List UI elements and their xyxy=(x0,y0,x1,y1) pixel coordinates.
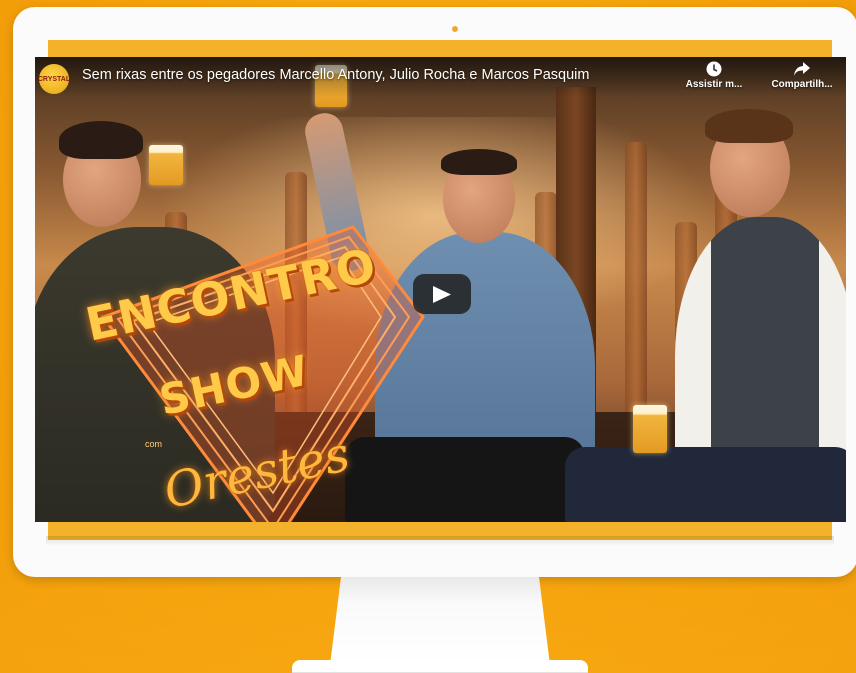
logo-text-com: com xyxy=(145,439,163,449)
person-right-hair xyxy=(705,109,793,143)
person-center-hair xyxy=(441,149,517,175)
monitor-stand xyxy=(330,577,550,665)
person-left-hair xyxy=(59,121,143,159)
show-logo: ENCONTRO SHOW com Orestes xyxy=(63,207,443,522)
screen-shadow xyxy=(46,536,834,546)
person-right-legs xyxy=(565,447,846,522)
watch-later-label: Assistir m... xyxy=(685,79,743,90)
play-button[interactable] xyxy=(413,274,471,314)
monitor-stand-base xyxy=(292,660,588,673)
beer-glass xyxy=(149,145,183,185)
share-label: Compartilh... xyxy=(771,79,833,90)
bg-bottle xyxy=(625,142,647,442)
camera-dot xyxy=(452,26,458,32)
share-button[interactable]: Compartilh... xyxy=(762,61,842,90)
share-arrow-icon xyxy=(762,61,842,79)
beer-glass xyxy=(633,405,667,453)
play-icon xyxy=(433,286,451,303)
channel-avatar[interactable]: CRYSTAL xyxy=(37,64,71,94)
channel-logo-text: CRYSTAL xyxy=(37,75,71,83)
video-title[interactable]: Sem rixas entre os pegadores Marcello An… xyxy=(82,67,589,83)
video-player[interactable]: ENCONTRO SHOW com Orestes CRYSTAL Sem ri… xyxy=(35,57,846,522)
clock-icon xyxy=(679,61,749,79)
watch-later-button[interactable]: Assistir m... xyxy=(679,61,749,90)
